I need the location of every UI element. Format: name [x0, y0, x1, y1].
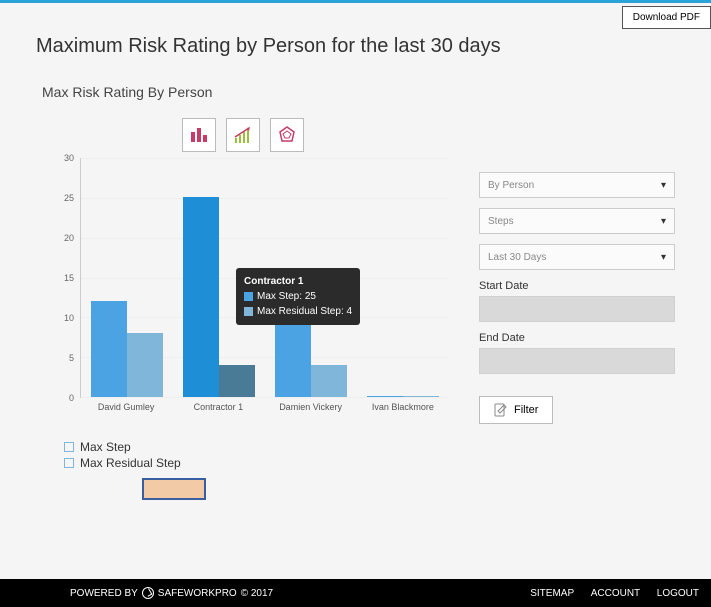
- y-tick-label: 20: [64, 233, 74, 243]
- y-tick-label: 30: [64, 153, 74, 163]
- chart-tooltip: Contractor 1 Max Step: 25 Max Residual S…: [236, 268, 360, 325]
- page-title: Maximum Risk Rating by Person for the la…: [36, 35, 675, 58]
- legend-item: Max Step: [80, 440, 131, 454]
- x-tick-label: Ivan Blackmore: [357, 398, 449, 418]
- footer-brand: SAFEWORKPRO: [158, 588, 237, 599]
- chart-plot: 051015202530 David GumleyContractor 1Dam…: [56, 158, 449, 418]
- tooltip-line2-label: Max Residual Step: [257, 306, 341, 317]
- bar: [127, 333, 163, 397]
- select-value: By Person: [488, 180, 534, 191]
- select-value: Last 30 Days: [488, 252, 546, 263]
- y-tick-label: 15: [64, 273, 74, 283]
- filter-button[interactable]: Filter: [479, 396, 553, 424]
- brand-logo-icon: [142, 587, 154, 599]
- bar-group[interactable]: [357, 396, 449, 397]
- radar-chart-icon[interactable]: [270, 118, 304, 152]
- tooltip-title: Contractor 1: [244, 276, 303, 287]
- page-footer: POWERED BY SAFEWORKPRO © 2017 SITEMAP AC…: [0, 579, 711, 607]
- trend-chart-icon[interactable]: [226, 118, 260, 152]
- footer-powered: POWERED BY: [70, 588, 138, 599]
- bar: [311, 365, 347, 397]
- bar: [219, 365, 255, 397]
- filter-panel: By Person ▾ Steps ▾ Last 30 Days ▾ Start…: [479, 118, 675, 500]
- x-tick-label: David Gumley: [80, 398, 172, 418]
- footer-link-account[interactable]: ACCOUNT: [591, 588, 640, 599]
- end-date-input[interactable]: [479, 348, 675, 374]
- footer-link-sitemap[interactable]: SITEMAP: [530, 588, 574, 599]
- chevron-down-icon: ▾: [661, 180, 666, 191]
- x-tick-label: Contractor 1: [172, 398, 264, 418]
- metric-select[interactable]: Steps ▾: [479, 208, 675, 234]
- tooltip-line1-value: 25: [305, 291, 316, 302]
- pencil-icon: [494, 403, 508, 417]
- chevron-down-icon: ▾: [661, 252, 666, 263]
- y-tick-label: 25: [64, 193, 74, 203]
- groupby-select[interactable]: By Person ▾: [479, 172, 675, 198]
- footer-copyright: © 2017: [241, 588, 273, 599]
- chart-type-toolbar: [36, 118, 449, 152]
- y-tick-label: 10: [64, 313, 74, 323]
- y-tick-label: 0: [69, 393, 74, 403]
- chart-legend: Max Step Max Residual Step: [64, 440, 449, 500]
- bar: [403, 396, 439, 397]
- tooltip-line2-value: 4: [347, 306, 353, 317]
- bar: [183, 197, 219, 397]
- chart-subtitle: Max Risk Rating By Person: [42, 84, 675, 100]
- range-select[interactable]: Last 30 Days ▾: [479, 244, 675, 270]
- legend-swatch-icon: [64, 458, 74, 468]
- x-tick-label: Damien Vickery: [265, 398, 357, 418]
- bar-group[interactable]: [265, 325, 357, 397]
- filter-button-label: Filter: [514, 404, 538, 416]
- bar: [91, 301, 127, 397]
- download-pdf-button[interactable]: Download PDF: [622, 6, 711, 29]
- bar-group[interactable]: [81, 301, 173, 397]
- start-date-label: Start Date: [479, 280, 675, 292]
- bar: [367, 396, 403, 397]
- y-tick-label: 5: [69, 353, 74, 363]
- color-swatch: [142, 478, 206, 500]
- start-date-input[interactable]: [479, 296, 675, 322]
- legend-swatch-icon: [64, 442, 74, 452]
- bar-chart-icon[interactable]: [182, 118, 216, 152]
- footer-link-logout[interactable]: LOGOUT: [657, 588, 699, 599]
- bar: [275, 325, 311, 397]
- chevron-down-icon: ▾: [661, 216, 666, 227]
- end-date-label: End Date: [479, 332, 675, 344]
- select-value: Steps: [488, 216, 514, 227]
- tooltip-line1-label: Max Step: [257, 291, 299, 302]
- legend-item: Max Residual Step: [80, 456, 181, 470]
